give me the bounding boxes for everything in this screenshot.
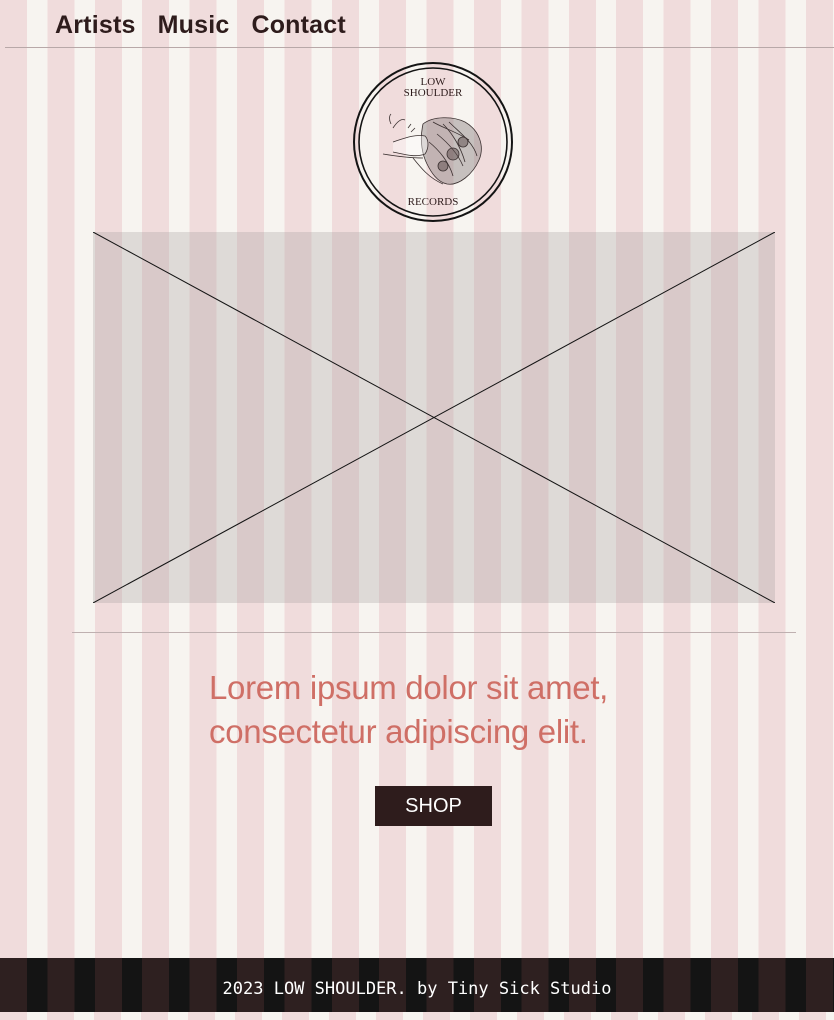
brand-logo[interactable]: LOW SHOULDER RECORDS <box>353 62 513 222</box>
logo-line-records: RECORDS <box>408 196 459 208</box>
nav-divider <box>5 47 834 48</box>
tagline-line-2: consectetur adipiscing elit. <box>209 713 588 750</box>
nav-music-link[interactable]: Music <box>158 8 230 42</box>
site-footer: 2023 LOW SHOULDER. by Tiny Sick Studio <box>0 958 834 1012</box>
logo-sleeping-figure-icon <box>382 113 482 185</box>
hero-image-placeholder <box>93 232 775 603</box>
footer-copyright: 2023 LOW SHOULDER. by Tiny Sick Studio <box>222 979 612 999</box>
tagline-line-1: Lorem ipsum dolor sit amet, <box>209 669 609 706</box>
logo-emblem-icon: LOW SHOULDER RECORDS <box>353 62 513 222</box>
logo-line-shoulder: SHOULDER <box>404 87 463 99</box>
section-divider <box>72 632 796 633</box>
main-nav: Artists Music Contact <box>55 8 346 42</box>
hero-tagline: Lorem ipsum dolor sit amet, consectetur … <box>209 666 689 754</box>
shop-button[interactable]: SHOP <box>375 786 492 826</box>
nav-contact-link[interactable]: Contact <box>251 8 345 42</box>
nav-artists-link[interactable]: Artists <box>55 8 136 42</box>
image-placeholder-icon <box>93 232 775 603</box>
